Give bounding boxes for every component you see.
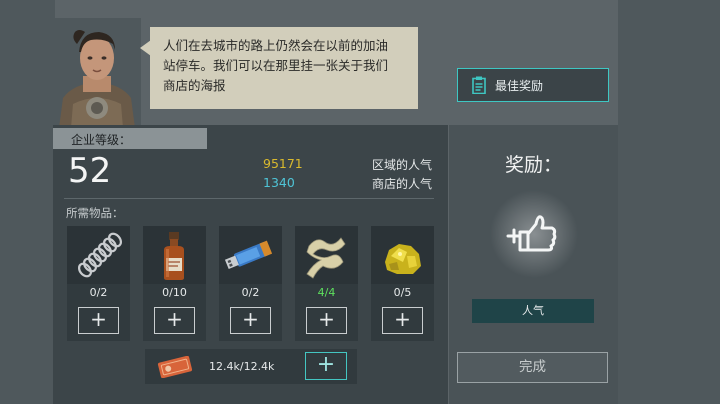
background-right xyxy=(618,0,720,404)
money-row: 12.4k/12.4k + xyxy=(145,349,357,384)
complete-button[interactable]: 完成 xyxy=(457,352,608,383)
divider xyxy=(64,198,434,199)
company-level-label: 企业等级： xyxy=(53,128,207,149)
shop-popularity-value: 1340 xyxy=(263,175,295,190)
cloth-icon xyxy=(295,226,358,284)
regional-popularity-value: 95171 xyxy=(263,156,303,171)
best-reward-label: 最佳奖励 xyxy=(495,78,544,93)
spring-icon xyxy=(67,226,130,284)
company-level-value: 52 xyxy=(68,151,112,191)
item-slot-cloth: 4/4 + xyxy=(295,226,358,341)
item-slot-bottle: 0/10 + xyxy=(143,226,206,341)
regional-popularity-label: 区域的人气 xyxy=(372,158,433,172)
speech-bubble: 人们在去城市的路上仍然会在以前的加油 站停车。我们可以在那里挂一张关于我们 商店… xyxy=(150,27,418,109)
bottle-icon xyxy=(143,226,206,284)
thumbs-up-plus-icon xyxy=(488,188,580,280)
required-items-label: 所需物品： xyxy=(66,206,124,220)
add-item-button[interactable]: + xyxy=(306,307,347,334)
item-count: 0/2 xyxy=(89,286,108,299)
character-portrait xyxy=(53,18,141,128)
item-count: 0/2 xyxy=(241,286,260,299)
item-slot-gold-nugget: 0/5 + xyxy=(371,226,434,341)
add-item-button[interactable]: + xyxy=(382,307,423,334)
item-count: 0/10 xyxy=(162,286,187,299)
clipboard-icon xyxy=(472,76,486,94)
usb-drive-icon xyxy=(219,226,282,284)
dialog-line-3: 商店的海报 xyxy=(163,78,226,93)
add-money-button[interactable]: + xyxy=(305,352,347,380)
item-count: 0/5 xyxy=(393,286,412,299)
gold-nugget-icon xyxy=(371,226,434,284)
add-item-button[interactable]: + xyxy=(154,307,195,334)
dialog-line-1: 人们在去城市的路上仍然会在以前的加油 xyxy=(163,38,389,53)
add-item-button[interactable]: + xyxy=(230,307,271,334)
reward-type-tag: 人气 xyxy=(472,299,594,323)
dialog-line-2: 站停车。我们可以在那里挂一张关于我们 xyxy=(163,58,389,73)
item-slot-usb-drive: 0/2 + xyxy=(219,226,282,341)
money-value: 12.4k/12.4k xyxy=(209,360,275,373)
add-item-button[interactable]: + xyxy=(78,307,119,334)
item-slot-spring: 0/2 + xyxy=(67,226,130,341)
item-count: 4/4 xyxy=(317,286,336,299)
best-reward-button[interactable]: 最佳奖励 xyxy=(457,68,609,102)
background-left xyxy=(0,0,55,404)
money-ticket-icon xyxy=(157,356,193,378)
reward-title: 奖励： xyxy=(504,154,562,176)
shop-popularity-label: 商店的人气 xyxy=(372,177,433,191)
